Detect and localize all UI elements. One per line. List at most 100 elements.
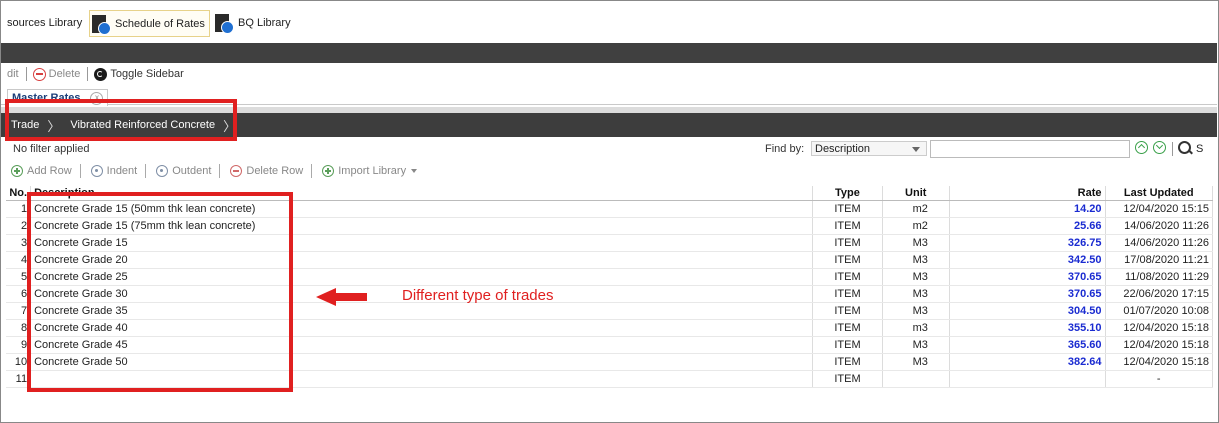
column-header-unit[interactable]: Unit xyxy=(882,186,950,201)
last-updated-cell[interactable]: 11/08/2020 11:29 xyxy=(1105,268,1214,286)
row-number-cell[interactable]: 2 xyxy=(6,217,32,235)
description-cell[interactable]: Concrete Grade 40 xyxy=(30,319,814,337)
row-number-cell[interactable]: 6 xyxy=(6,285,32,303)
row-number-cell[interactable]: 5 xyxy=(6,268,32,286)
column-header-type[interactable]: Type xyxy=(812,186,883,201)
indent-button[interactable]: Indent xyxy=(90,165,137,177)
type-cell[interactable]: ITEM xyxy=(812,217,883,235)
search-icon[interactable] xyxy=(1178,141,1191,154)
table-row[interactable]: 2 Concrete Grade 15 (75mm thk lean concre… xyxy=(6,217,1214,235)
unit-cell[interactable]: M3 xyxy=(882,353,950,371)
type-cell[interactable]: ITEM xyxy=(812,285,883,303)
row-number-cell[interactable]: 4 xyxy=(6,251,32,269)
unit-cell[interactable]: M3 xyxy=(882,285,950,303)
breadcrumb-item-trade[interactable]: Trade xyxy=(11,119,39,131)
column-header-rate[interactable]: Rate xyxy=(949,186,1106,201)
rate-cell[interactable]: 326.75 xyxy=(949,234,1106,252)
type-cell[interactable]: ITEM xyxy=(812,302,883,320)
type-cell[interactable]: ITEM xyxy=(812,200,883,218)
row-number-cell[interactable]: 1 xyxy=(6,200,32,218)
search-button-label[interactable]: S xyxy=(1196,143,1203,155)
last-updated-cell[interactable]: 22/06/2020 17:15 xyxy=(1105,285,1214,303)
last-updated-cell[interactable]: 14/06/2020 11:26 xyxy=(1105,234,1214,252)
unit-cell[interactable]: m2 xyxy=(882,217,950,235)
unit-cell[interactable] xyxy=(882,370,950,388)
table-row[interactable]: 3 Concrete Grade 15 ITEM M3 326.75 14/06/2020… xyxy=(6,234,1214,252)
unit-cell[interactable]: M3 xyxy=(882,302,950,320)
delete-row-button[interactable]: Delete Row xyxy=(230,165,303,177)
table-row[interactable]: 6 Concrete Grade 30 ITEM M3 370.65 22/06/2020… xyxy=(6,285,1214,303)
row-number-cell[interactable]: 10 xyxy=(6,353,32,371)
description-cell[interactable]: Concrete Grade 15 (50mm thk lean concret… xyxy=(30,200,814,218)
unit-cell[interactable]: M3 xyxy=(882,251,950,269)
type-cell[interactable]: ITEM xyxy=(812,370,883,388)
description-cell[interactable]: Concrete Grade 35 xyxy=(30,302,814,320)
description-cell[interactable] xyxy=(30,370,814,388)
column-header-no[interactable]: No. xyxy=(6,186,32,201)
row-number-cell[interactable]: 3 xyxy=(6,234,32,252)
column-header-description[interactable]: Description xyxy=(30,186,814,201)
last-updated-cell[interactable]: 12/04/2020 15:18 xyxy=(1105,353,1214,371)
breadcrumb-item-vibrated-reinforced-concrete[interactable]: Vibrated Reinforced Concrete xyxy=(70,119,215,131)
last-updated-cell[interactable]: - xyxy=(1105,370,1214,388)
tab-schedule-of-rates[interactable]: Schedule of Rates xyxy=(89,10,210,37)
description-cell[interactable]: Concrete Grade 25 xyxy=(30,268,814,286)
rate-cell[interactable]: 342.50 xyxy=(949,251,1106,269)
type-cell[interactable]: ITEM xyxy=(812,234,883,252)
add-row-button[interactable]: Add Row xyxy=(11,165,72,177)
toggle-sidebar-button[interactable]: Toggle Sidebar xyxy=(94,67,184,81)
table-row[interactable]: 8 Concrete Grade 40 ITEM m3 355.10 12/04/2020… xyxy=(6,319,1214,337)
outdent-button[interactable]: Outdent xyxy=(156,165,211,177)
type-cell[interactable]: ITEM xyxy=(812,251,883,269)
rate-cell[interactable]: 304.50 xyxy=(949,302,1106,320)
table-row[interactable]: 9 Concrete Grade 45 ITEM M3 365.60 12/04/2020… xyxy=(6,336,1214,354)
rate-cell[interactable]: 25.66 xyxy=(949,217,1106,235)
description-cell[interactable]: Concrete Grade 15 (75mm thk lean concret… xyxy=(30,217,814,235)
table-row[interactable]: 5 Concrete Grade 25 ITEM M3 370.65 11/08/2020… xyxy=(6,268,1214,286)
rate-cell[interactable]: 365.60 xyxy=(949,336,1106,354)
unit-cell[interactable]: M3 xyxy=(882,336,950,354)
row-number-cell[interactable]: 8 xyxy=(6,319,32,337)
type-cell[interactable]: ITEM xyxy=(812,336,883,354)
rate-cell[interactable]: 370.65 xyxy=(949,268,1106,286)
rate-cell[interactable]: 355.10 xyxy=(949,319,1106,337)
last-updated-cell[interactable]: 12/04/2020 15:15 xyxy=(1105,200,1214,218)
import-library-button[interactable]: Import Library xyxy=(322,165,418,177)
rate-cell[interactable]: 382.64 xyxy=(949,353,1106,371)
last-updated-cell[interactable]: 14/06/2020 11:26 xyxy=(1105,217,1214,235)
table-row[interactable]: 11 ITEM - xyxy=(6,370,1214,388)
find-by-select[interactable]: Description xyxy=(811,141,927,156)
column-header-last-updated[interactable]: Last Updated xyxy=(1105,186,1214,201)
search-input[interactable] xyxy=(930,140,1130,158)
description-cell[interactable]: Concrete Grade 15 xyxy=(30,234,814,252)
unit-cell[interactable]: m3 xyxy=(882,319,950,337)
row-number-cell[interactable]: 7 xyxy=(6,302,32,320)
previous-match-icon[interactable] xyxy=(1135,141,1148,154)
unit-cell[interactable]: M3 xyxy=(882,268,950,286)
last-updated-cell[interactable]: 01/07/2020 10:08 xyxy=(1105,302,1214,320)
description-cell[interactable]: Concrete Grade 45 xyxy=(30,336,814,354)
type-cell[interactable]: ITEM xyxy=(812,319,883,337)
next-match-icon[interactable] xyxy=(1153,141,1166,154)
rate-cell[interactable]: 370.65 xyxy=(949,285,1106,303)
edit-button[interactable]: dit xyxy=(7,68,19,80)
delete-button[interactable]: Delete xyxy=(32,67,80,81)
unit-cell[interactable]: m2 xyxy=(882,200,950,218)
unit-cell[interactable]: M3 xyxy=(882,234,950,252)
table-row[interactable]: 10 Concrete Grade 50 ITEM M3 382.64 12/04/202… xyxy=(6,353,1214,371)
row-number-cell[interactable]: 11 xyxy=(6,370,32,388)
rate-cell[interactable]: 14.20 xyxy=(949,200,1106,218)
description-cell[interactable]: Concrete Grade 50 xyxy=(30,353,814,371)
tab-resources-library[interactable]: sources Library xyxy=(7,10,82,36)
tab-master-rates[interactable]: Master Rates x xyxy=(7,89,109,106)
type-cell[interactable]: ITEM xyxy=(812,353,883,371)
table-row[interactable]: 7 Concrete Grade 35 ITEM M3 304.50 01/07/2020… xyxy=(6,302,1214,320)
last-updated-cell[interactable]: 12/04/2020 15:18 xyxy=(1105,319,1214,337)
last-updated-cell[interactable]: 12/04/2020 15:18 xyxy=(1105,336,1214,354)
close-icon[interactable]: x xyxy=(90,91,104,105)
last-updated-cell[interactable]: 17/08/2020 11:21 xyxy=(1105,251,1214,269)
rate-cell[interactable] xyxy=(949,370,1106,388)
type-cell[interactable]: ITEM xyxy=(812,268,883,286)
row-number-cell[interactable]: 9 xyxy=(6,336,32,354)
description-cell[interactable]: Concrete Grade 20 xyxy=(30,251,814,269)
